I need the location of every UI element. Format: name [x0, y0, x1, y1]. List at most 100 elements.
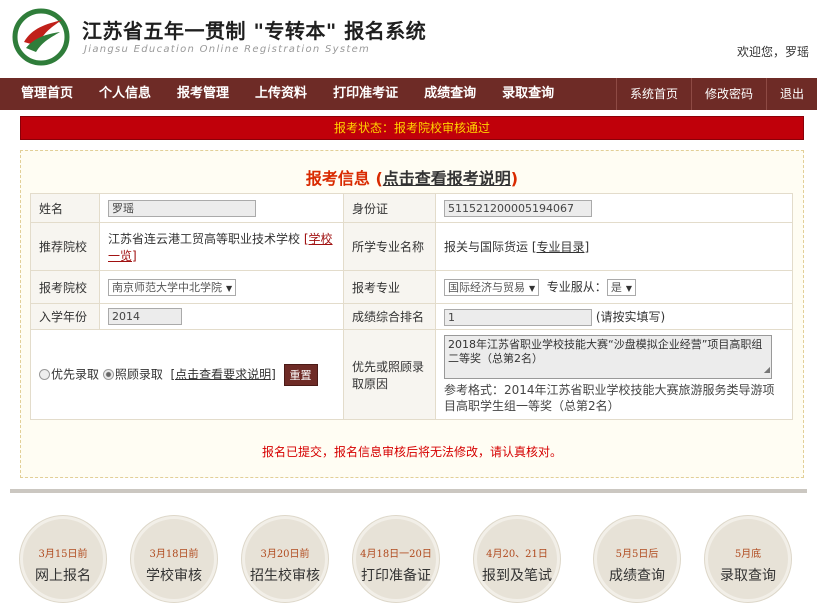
step-name: 学校审核: [146, 568, 202, 584]
care-radio[interactable]: [102, 369, 114, 380]
welcome-text: 欢迎您，罗瑶: [736, 45, 809, 59]
apply-status-bar: 报考状态：报考院校审核通过: [20, 116, 804, 140]
step-checkin-exam: 4月20、21日报到及笔试: [474, 516, 560, 602]
reason-cell: 2018年江苏省职业学校技能大赛“沙盘模拟企业经营”项目高职组二等奖（总第2名）…: [435, 329, 793, 420]
step-score-query: 5月5日后成绩查询: [594, 516, 680, 602]
step-print-ticket: 4月18日一20日打印准备证: [353, 516, 439, 602]
step-date: 3月20日前: [260, 549, 310, 560]
year-cell: 2014: [99, 303, 344, 330]
step-name: 打印准备证: [361, 568, 431, 584]
apply-school-select[interactable]: 南京师范大学中北学院 ▼: [108, 278, 237, 296]
step-name: 网上报名: [35, 568, 91, 584]
table-row: 报考院校 南京师范大学中北学院 ▼ 报考专业 国际经济与贸易 ▼ 专业服从：是 ▼: [30, 270, 793, 304]
system-title: 江苏省五年一贯制 "专转本" 报名系统: [82, 19, 427, 43]
step-name: 成绩查询: [609, 568, 665, 584]
process-timeline: 3月15日前网上报名 3月18日前学校审核 3月20日前招生校审核 4月18日一…: [0, 516, 817, 612]
chevron-down-icon: ▼: [529, 284, 536, 293]
nav-item-apply-manage[interactable]: 报考管理: [164, 78, 242, 110]
step-date: 4月18日一20日: [360, 549, 432, 560]
apply-info-table: 姓名 罗瑶 身份证 511521200005194067 推荐院校 江苏省连云港…: [30, 193, 793, 420]
step-admission-school-review: 3月20日前招生校审核: [242, 516, 328, 602]
nav-item-print-ticket[interactable]: 打印准考证: [320, 78, 411, 110]
admission-type-cell: 优先录取 照顾录取 [点击查看要求说明] 重置: [30, 329, 344, 420]
table-row: 优先录取 照顾录取 [点击查看要求说明] 重置 优先或照顾录取原因 2018年江…: [30, 329, 793, 420]
table-row: 姓名 罗瑶 身份证 511521200005194067: [30, 193, 793, 223]
reason-textarea[interactable]: 2018年江苏省职业学校技能大赛“沙盘模拟企业经营”项目高职组二等奖（总第2名）…: [444, 335, 772, 379]
nav-item-score-query[interactable]: 成绩查询: [411, 78, 489, 110]
step-name: 报到及笔试: [482, 568, 552, 584]
panel-title: 报考信息 (点击查看报考说明): [21, 165, 803, 189]
chevron-down-icon: ▼: [226, 283, 233, 293]
submit-notice: 报名已提交，报名信息审核后将无法修改，请认真核对。: [261, 445, 562, 459]
apply-school-cell: 南京师范大学中北学院 ▼: [99, 270, 344, 304]
nav-item-system-home[interactable]: 系统首页: [615, 78, 691, 110]
chevron-down-icon: ▼: [625, 284, 632, 293]
step-date: 4月20、21日: [486, 549, 548, 560]
nav-item-admin-home[interactable]: 管理首页: [8, 78, 86, 110]
step-admission-query: 5月底录取查询: [705, 516, 791, 602]
name-cell: 罗瑶: [99, 193, 344, 223]
nav-right-group: 系统首页 修改密码 退出: [615, 78, 817, 110]
table-row: 推荐院校 江苏省连云港工贸高等职业技术学校 [学校一览] 所学专业名称 报关与国…: [30, 222, 793, 271]
apply-school-label: 报考院校: [30, 270, 100, 304]
jiangsu-education-logo-icon: [12, 8, 70, 66]
apply-info-panel: 报考信息 (点击查看报考说明) 姓名 罗瑶 身份证 51152120000519…: [20, 150, 804, 478]
rank-hint: (请按实填写): [595, 309, 666, 324]
care-option-label: 照顾录取: [114, 367, 163, 381]
rank-cell: 1 (请按实填写): [435, 303, 793, 330]
apply-instructions-link[interactable]: 点击查看报考说明: [383, 169, 511, 188]
step-online-register: 3月15日前网上报名: [20, 516, 106, 602]
apply-major-value: 国际经济与贸易: [448, 281, 525, 294]
step-name: 招生校审核: [250, 568, 320, 584]
apply-school-value: 南京师范大学中北学院: [112, 280, 222, 294]
step-date: 3月15日前: [38, 549, 88, 560]
reset-button[interactable]: 重置: [283, 363, 318, 386]
reference-format-hint: 参考格式：2014年江苏省职业学校技能大赛旅游服务类导游项目高职学生组一等奖（总…: [444, 383, 775, 413]
resize-grip-icon[interactable]: ◢: [764, 363, 770, 377]
priority-option-label: 优先录取: [51, 367, 100, 381]
id-field[interactable]: 511521200005194067: [444, 199, 592, 217]
apply-major-select[interactable]: 国际经济与贸易 ▼: [444, 279, 540, 296]
name-field[interactable]: 罗瑶: [108, 199, 256, 217]
id-cell: 511521200005194067: [435, 193, 793, 223]
nav-item-personal-info[interactable]: 个人信息: [86, 78, 164, 110]
system-subtitle: Jiangsu Education Online Registration Sy…: [84, 44, 371, 55]
nav-left-group: 管理首页 个人信息 报考管理 上传资料 打印准考证 成绩查询 录取查询: [8, 78, 567, 110]
name-label: 姓名: [30, 193, 100, 223]
obey-value: 是: [610, 281, 622, 294]
nav-item-admission-query[interactable]: 录取查询: [489, 78, 567, 110]
header: 江苏省五年一贯制 "专转本" 报名系统 Jiangsu Education On…: [0, 0, 817, 75]
year-label: 入学年份: [30, 303, 100, 330]
nav-item-upload[interactable]: 上传资料: [242, 78, 320, 110]
panel-title-text: 报考信息 (: [305, 169, 383, 188]
major-label: 所学专业名称: [343, 222, 436, 271]
step-date: 5月底: [734, 549, 762, 560]
major-catalog-link[interactable]: [专业目录]: [532, 240, 589, 254]
nav-item-change-password[interactable]: 修改密码: [690, 78, 766, 110]
main-nav: 管理首页 个人信息 报考管理 上传资料 打印准考证 成绩查询 录取查询 系统首页…: [0, 78, 817, 110]
year-field[interactable]: 2014: [108, 308, 182, 325]
major-value: 报关与国际货运: [444, 240, 529, 254]
step-date: 3月18日前: [149, 549, 199, 560]
requirements-link[interactable]: [点击查看要求说明]: [171, 367, 276, 381]
rec-school-cell: 江苏省连云港工贸高等职业技术学校 [学校一览]: [99, 222, 344, 271]
reason-label: 优先或照顾录取原因: [343, 329, 436, 420]
obey-label: 专业服从：: [546, 280, 607, 294]
step-school-review: 3月18日前学校审核: [131, 516, 217, 602]
divider: [10, 489, 807, 493]
rec-school-label: 推荐院校: [30, 222, 100, 271]
step-name: 录取查询: [720, 568, 776, 584]
rank-field[interactable]: 1: [444, 308, 592, 326]
nav-item-logout[interactable]: 退出: [765, 78, 817, 110]
apply-major-label: 报考专业: [343, 270, 436, 304]
obey-select[interactable]: 是 ▼: [606, 279, 636, 296]
panel-title-close: ): [510, 169, 519, 188]
rank-label: 成绩综合排名: [343, 303, 436, 330]
id-label: 身份证: [343, 193, 436, 223]
priority-radio[interactable]: [39, 369, 50, 380]
step-date: 5月5日后: [615, 549, 659, 560]
table-row: 入学年份 2014 成绩综合排名 1 (请按实填写): [30, 303, 793, 330]
major-cell: 报关与国际货运 [专业目录]: [435, 222, 793, 271]
rec-school-value: 江苏省连云港工贸高等职业技术学校: [108, 231, 301, 246]
apply-major-cell: 国际经济与贸易 ▼ 专业服从：是 ▼: [435, 270, 793, 304]
